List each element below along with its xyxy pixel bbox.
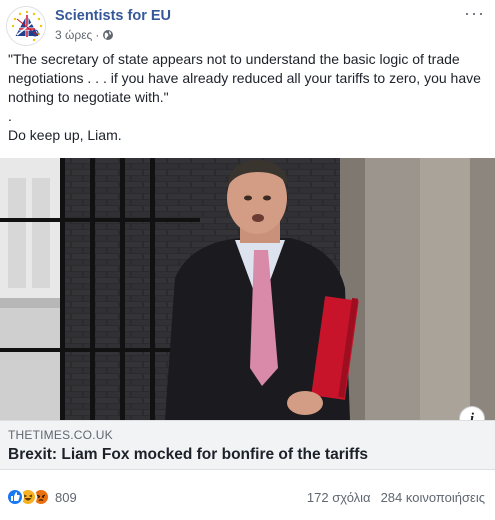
- link-preview-photo[interactable]: i: [0, 158, 495, 420]
- link-title[interactable]: Brexit: Liam Fox mocked for bonfire of t…: [8, 446, 368, 464]
- post-header: Scientists for EU 3 ώρες · ···: [0, 0, 495, 48]
- globe-icon: [102, 29, 114, 41]
- facebook-post: Scientists for EU 3 ώρες · ··· "The secr…: [0, 0, 495, 520]
- like-icon: [6, 488, 24, 506]
- post-dot-line: .: [8, 108, 12, 124]
- more-options-icon[interactable]: ···: [464, 4, 485, 22]
- page-name-link[interactable]: Scientists for EU: [55, 8, 171, 24]
- engagement-stats: 172 σχόλια 284 κοινοποιήσεις: [307, 490, 485, 505]
- meta-separator: ·: [95, 28, 100, 42]
- post-meta: 3 ώρες ·: [55, 28, 114, 42]
- post-footer: 809 172 σχόλια 284 κοινοποιήσεις: [0, 478, 495, 518]
- shares-count[interactable]: 284 κοινοποιήσεις: [381, 490, 485, 505]
- news-photo: [0, 158, 495, 420]
- reactions-summary[interactable]: 809: [6, 488, 77, 506]
- link-caption[interactable]: THETIMES.CO.UK Brexit: Liam Fox mocked f…: [0, 420, 495, 470]
- post-message: "The secretary of state appears not to u…: [8, 50, 486, 145]
- eu-uk-flag-logo-icon: [7, 7, 45, 45]
- post-timestamp[interactable]: 3 ώρες: [55, 28, 92, 42]
- comments-count[interactable]: 172 σχόλια: [307, 490, 371, 505]
- link-domain: THETIMES.CO.UK: [8, 428, 113, 442]
- reaction-count[interactable]: 809: [55, 490, 77, 505]
- post-quote: "The secretary of state appears not to u…: [8, 51, 481, 105]
- page-avatar[interactable]: [6, 6, 46, 46]
- post-closing-line: Do keep up, Liam.: [8, 127, 122, 143]
